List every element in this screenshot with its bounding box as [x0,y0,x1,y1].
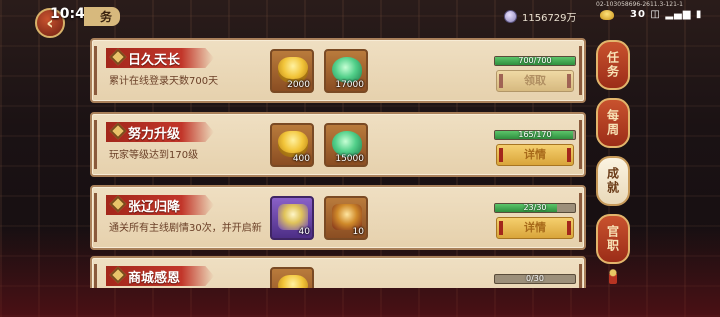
silver-coin-icon [504,10,517,23]
task-list[interactable]: 日久天长 累计在线登录天数700天 2000 17000 700/700 领取 … [90,38,586,288]
reward-quantity: 2000 [287,80,310,90]
task-card: 日久天长 累计在线登录天数700天 2000 17000 700/700 领取 [90,38,586,103]
progress-text: 700/700 [518,56,552,65]
status-icons: 30 ◫ ▂▄▆ ▮ [630,9,703,20]
tab-weekly[interactable]: 每周 [596,98,630,148]
details-button[interactable]: 详情 [496,144,574,166]
page-title: 务 [84,7,121,26]
reward-quantity: 17000 [335,80,364,90]
reward-quantity: 40 [298,227,310,237]
gold-ingot-icon [600,10,614,20]
currency-display: 1156729万 [504,9,577,24]
reward-slot[interactable]: 2000 [270,49,314,93]
claim-button[interactable]: 领取 [496,70,574,92]
progress-bar: 0/30 [494,274,576,284]
task-card: 商城感恩 0/30 [90,256,586,288]
task-title: 商城感恩 [128,271,181,286]
task-card: 张辽归降 通关所有主线剧情30次，并开启新 40 10 23/30 详情 [90,185,586,250]
tab-official-rank[interactable]: 官职 [596,214,630,264]
details-button[interactable]: 详情 [496,217,574,239]
pendant-ornament-icon [609,268,617,284]
task-title: 日久天长 [128,53,181,68]
task-card: 努力升级 玩家等级达到170级 400 15000 165/170 详情 [90,112,586,177]
reward-quantity: 10 [352,227,364,237]
progress-text: 165/170 [518,130,552,139]
task-title: 努力升级 [128,127,181,142]
currency-value: 1156729万 [522,13,577,24]
task-description: 通关所有主线剧情30次，并开启新 [109,223,262,234]
reward-slot[interactable]: 15000 [324,123,368,167]
reward-slot[interactable]: 10 [324,196,368,240]
progress-bar: 23/30 [494,203,576,213]
reward-slot[interactable]: 17000 [324,49,368,93]
task-description: 累计在线登录天数700天 [109,76,219,87]
top-bar: ‹ 10:43 务 1156729万 02-103058696-2611.3-1… [0,0,720,38]
reward-slot[interactable] [270,267,314,288]
reward-quantity: 15000 [335,154,364,164]
system-info: 02-103058696-2611.3-121-1 [596,1,683,8]
gold-ingot-icon [278,275,308,288]
tab-achievements[interactable]: 成就 [596,156,630,206]
reward-slot[interactable]: 40 [270,196,314,240]
reward-slot[interactable]: 400 [270,123,314,167]
progress-text: 0/30 [526,274,544,283]
task-title: 张辽归降 [128,200,181,215]
tab-tasks[interactable]: 任务 [596,40,630,90]
progress-bar: 165/170 [494,130,576,140]
task-description: 玩家等级达到170级 [109,150,199,161]
progress-text: 23/30 [523,203,547,212]
reward-quantity: 400 [292,154,310,164]
progress-bar: 700/700 [494,56,576,66]
